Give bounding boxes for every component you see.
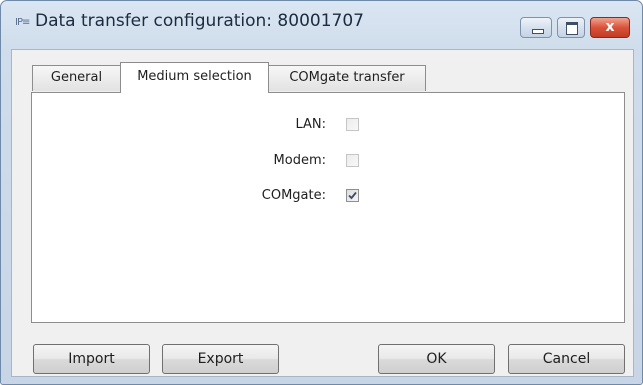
comgate-row: COMgate: <box>32 186 626 206</box>
checkmark-icon <box>348 191 357 200</box>
lan-label: LAN: <box>295 117 326 132</box>
tab-general[interactable]: General <box>32 65 121 91</box>
dialog-client-area: General Medium selection COMgate transfe… <box>11 49 634 377</box>
maximize-button[interactable] <box>557 17 585 38</box>
minimize-button[interactable] <box>520 17 552 38</box>
tab-comgate-transfer[interactable]: COMgate transfer <box>268 65 426 91</box>
close-icon: x <box>605 19 615 35</box>
lan-checkbox[interactable] <box>346 118 359 131</box>
comgate-checkbox[interactable] <box>346 189 359 202</box>
dialog-window: IP≡ Data transfer configuration: 8000170… <box>0 0 643 385</box>
tab-medium-selection[interactable]: Medium selection <box>120 62 269 93</box>
window-title: Data transfer configuration: 80001707 <box>35 11 364 31</box>
minimize-icon <box>532 29 544 34</box>
modem-checkbox[interactable] <box>346 154 359 167</box>
tab-panel-medium-selection: LAN: Modem: COMgate: <box>31 92 625 323</box>
ok-button[interactable]: OK <box>378 344 495 374</box>
app-icon: IP≡ <box>15 17 30 28</box>
lan-row: LAN: <box>32 115 626 135</box>
cancel-button[interactable]: Cancel <box>508 344 625 374</box>
close-button[interactable]: x <box>590 17 630 38</box>
title-bar[interactable]: IP≡ Data transfer configuration: 8000170… <box>1 1 642 49</box>
export-button[interactable]: Export <box>162 344 279 374</box>
import-button[interactable]: Import <box>33 344 150 374</box>
comgate-label: COMgate: <box>261 188 326 203</box>
maximize-icon <box>566 22 578 35</box>
modem-row: Modem: <box>32 151 626 171</box>
modem-label: Modem: <box>273 153 326 168</box>
